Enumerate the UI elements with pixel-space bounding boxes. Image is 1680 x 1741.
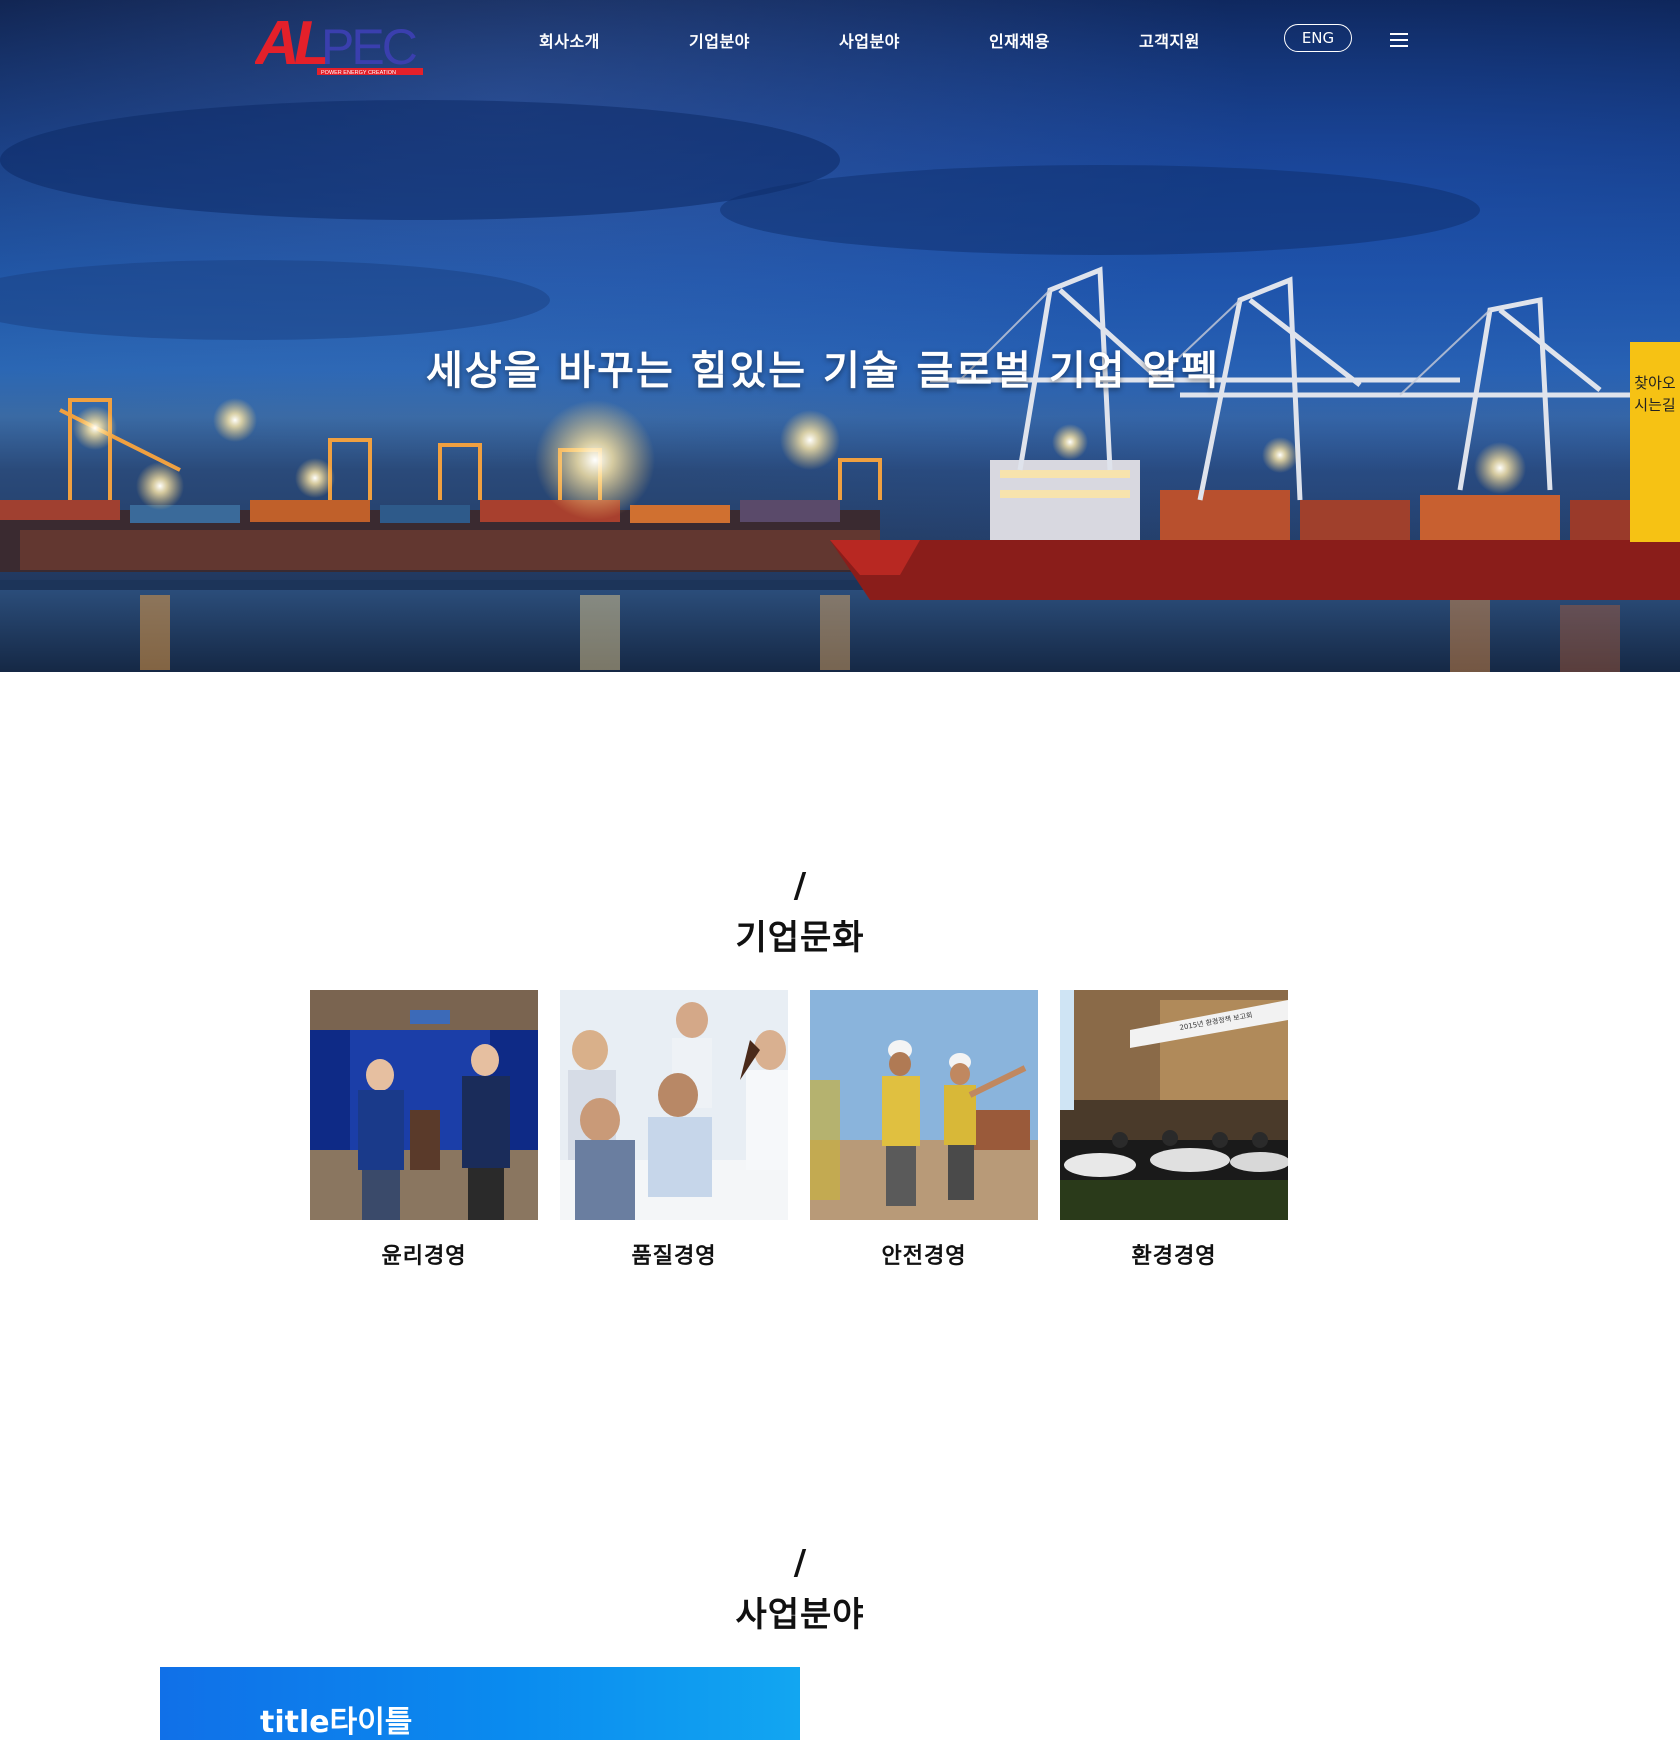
nav-item-company[interactable]: 회사소개 — [539, 28, 600, 52]
ethics-image — [310, 990, 538, 1220]
culture-card-quality[interactable]: 품질경영 — [560, 990, 788, 1270]
quality-label: 품질경영 — [631, 1244, 717, 1269]
culture-slash: / — [793, 866, 807, 906]
culture-card-environment[interactable]: 2015년 환경정책 보고회 환경경영 — [1060, 990, 1288, 1270]
directions-side-tab[interactable]: 찾아오시는길 — [1630, 342, 1680, 542]
business-slash: / — [793, 1543, 807, 1583]
culture-card-safety[interactable]: 안전경영 — [810, 990, 1038, 1270]
safety-label: 안전경영 — [881, 1244, 967, 1269]
directions-label: 찾아오시는길 — [1634, 374, 1676, 414]
nav-item-support[interactable]: 고객지원 — [1139, 28, 1200, 52]
culture-section-title: 기업문화 — [735, 918, 865, 958]
nav-item-business[interactable]: 사업분야 — [839, 28, 900, 52]
english-language-button[interactable]: ENG — [1284, 24, 1352, 52]
site-header: AL PEC POWER ENERGY CREATION 회사소개 기업분야 사… — [0, 0, 1680, 80]
alpec-logo[interactable]: AL PEC POWER ENERGY CREATION — [255, 14, 427, 78]
nav-item-corporate[interactable]: 기업분야 — [689, 28, 750, 52]
business-section-title: 사업분야 — [735, 1595, 865, 1635]
quality-image — [560, 990, 788, 1220]
culture-card-ethics[interactable]: 윤리경영 — [310, 990, 538, 1270]
port-scene-image — [0, 100, 1680, 672]
svg-text:PEC: PEC — [321, 19, 417, 75]
business-box-title: title타이틀 — [260, 1705, 413, 1740]
ethics-label: 윤리경영 — [381, 1244, 467, 1269]
environment-image: 2015년 환경정책 보고회 — [1060, 990, 1288, 1220]
environment-label: 환경경영 — [1131, 1244, 1217, 1269]
hamburger-menu-icon[interactable] — [1390, 33, 1408, 47]
svg-text:POWER ENERGY CREATION: POWER ENERGY CREATION — [321, 70, 396, 76]
hero-banner: AL PEC POWER ENERGY CREATION 회사소개 기업분야 사… — [0, 0, 1680, 672]
nav-item-recruit[interactable]: 인재채용 — [989, 28, 1050, 52]
safety-image — [810, 990, 1038, 1220]
hero-title: 세상을 바꾸는 힘있는 기술 글로벌 기업 알펙 — [426, 348, 1220, 394]
business-feature-box[interactable]: title타이틀 — [160, 1667, 800, 1740]
